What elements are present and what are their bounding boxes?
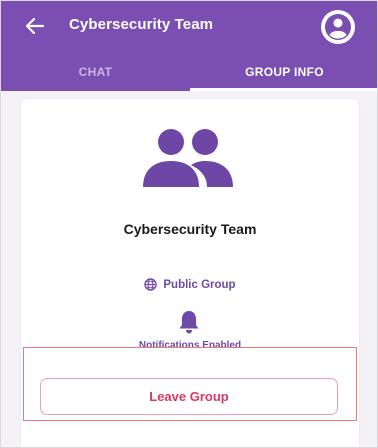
leave-group-button[interactable]: Leave Group xyxy=(40,378,338,415)
tab-group-info[interactable]: GROUP INFO xyxy=(190,53,377,91)
tab-chat[interactable]: CHAT xyxy=(1,53,190,91)
profile-button[interactable] xyxy=(321,10,355,44)
group-name: Cybersecurity Team xyxy=(123,221,257,237)
group-title: Cybersecurity Team xyxy=(69,16,214,33)
account-circle-icon xyxy=(325,14,351,40)
visibility-label: Public Group xyxy=(163,278,236,291)
globe-icon xyxy=(144,278,158,291)
arrow-left-icon xyxy=(26,18,44,34)
group-visibility: Public Group xyxy=(1,278,377,291)
tab-bar: CHAT GROUP INFO xyxy=(1,53,377,91)
group-icon xyxy=(143,129,233,187)
tab-indicator xyxy=(190,88,377,91)
app-bar: Cybersecurity Team xyxy=(1,1,377,53)
back-button[interactable] xyxy=(21,12,49,40)
app-window: Cybersecurity Team CHAT GROUP INFO Cyber… xyxy=(0,0,378,448)
bell-icon xyxy=(179,311,199,334)
